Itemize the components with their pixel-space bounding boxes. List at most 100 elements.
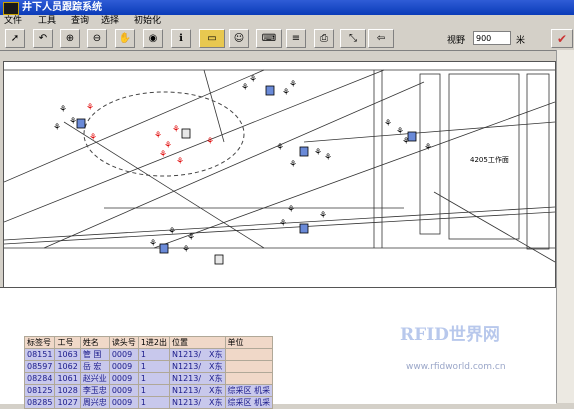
miner-icon: ⚘ [384, 119, 392, 129]
reader-1[interactable] [76, 118, 86, 129]
map-canvas: 4205工作面 ⚘ ⚘ ⚘ ⚘ ⚘ ⚘ ⚘ ⚘ ⚘ ⚘ ⚘ ⚘ ⚘ ⚘ ⚘ ⚘ … [4, 69, 555, 265]
miner-icon: ⚘ [287, 205, 295, 215]
window-title: 井下人员跟踪系统 [22, 2, 102, 13]
col-direction[interactable]: 1进2出 [137, 336, 171, 349]
zoom-unit: 米 [516, 36, 526, 46]
cell: 李玉忠 [79, 384, 110, 397]
arrows-icon[interactable]: ⤡ [340, 29, 366, 48]
cell [224, 360, 274, 373]
reader-4[interactable] [299, 146, 309, 157]
miner-icon: ⚘ [276, 143, 284, 153]
cell: 1 [137, 372, 171, 385]
zoom-input[interactable]: 900 [473, 31, 511, 45]
personnel-table: 标签号 工号 姓名 读头号 1进2出 位置 单位 08151 1063 管 国 … [23, 336, 274, 409]
toolbar: ➚ ↶ ⊕ ⊖ ✋ ◉ ℹ ▭ ☺ ⌨ ≡ ⎙ ⤡ ⇦ 视野 900 米 ✔ [0, 28, 574, 51]
pan-hand-icon[interactable]: ✋ [115, 29, 135, 48]
pointer-icon[interactable]: ➚ [5, 29, 25, 48]
menu-file[interactable]: 文件 [4, 15, 22, 28]
exit-icon[interactable]: ⇦ [368, 29, 394, 48]
miner-icon: ⚘ [279, 219, 287, 229]
undo-icon[interactable]: ↶ [33, 29, 53, 48]
cell: 1028 [54, 384, 81, 397]
zoom-out-icon[interactable]: ⊖ [87, 29, 107, 48]
app-icon [3, 2, 19, 15]
cell: 1062 [54, 360, 81, 373]
reader-6[interactable] [299, 223, 309, 234]
col-name[interactable]: 姓名 [79, 336, 110, 349]
mine-map[interactable]: 4205工作面 ⚘ ⚘ ⚘ ⚘ ⚘ ⚘ ⚘ ⚘ ⚘ ⚘ ⚘ ⚘ ⚘ ⚘ ⚘ ⚘ … [3, 61, 556, 289]
cell: 管 国 [79, 348, 110, 361]
col-unit[interactable]: 单位 [224, 336, 274, 349]
miner-icon: ⚘ [187, 233, 195, 243]
cell [224, 372, 274, 385]
table-row[interactable]: 08125 1028 李玉忠 0009 1 N1213/ X东 综采区 机采 [23, 384, 274, 397]
cell: 1061 [54, 372, 81, 385]
zoom-in-icon[interactable]: ⊕ [60, 29, 80, 48]
ruler-icon[interactable]: ▭ [199, 29, 225, 48]
col-id[interactable]: 工号 [54, 336, 81, 349]
menu-select[interactable]: 选择 [101, 15, 119, 28]
miner-icon: ⚘ [324, 153, 332, 163]
cell: 08284 [23, 372, 56, 385]
info-icon[interactable]: ℹ [171, 29, 191, 48]
menu-bar: 文件 工具 查询 选择 初始化 [0, 15, 574, 28]
keyboard-icon[interactable]: ⌨ [256, 29, 282, 48]
alert-miner-icon: ⚘ [89, 133, 97, 143]
cell: 赵兴业 [79, 372, 110, 385]
cell: N1213/ X东 [169, 348, 226, 361]
cell: N1213/ X东 [169, 360, 226, 373]
cell: 1 [137, 384, 171, 397]
cell: 08151 [23, 348, 56, 361]
table-row[interactable]: 08284 1061 赵兴业 0009 1 N1213/ X东 [23, 372, 274, 385]
person-icon[interactable]: ☺ [229, 29, 249, 48]
miner-icon: ⚘ [424, 143, 432, 153]
miner-icon: ⚘ [53, 123, 61, 133]
alert-miner-icon: ⚘ [159, 150, 167, 160]
col-tag[interactable]: 标签号 [23, 336, 56, 349]
storage-label: 4205工作面 [470, 155, 509, 164]
miner-icon: ⚘ [149, 239, 157, 249]
check-icon[interactable]: ✔ [551, 29, 573, 48]
table-row[interactable]: 08151 1063 管 国 0009 1 N1213/ X东 [23, 348, 274, 361]
col-location[interactable]: 位置 [169, 336, 226, 349]
table-header: 标签号 工号 姓名 读头号 1进2出 位置 单位 [23, 336, 274, 349]
menu-query[interactable]: 查询 [71, 15, 89, 28]
cell: 1 [137, 348, 171, 361]
reader-7[interactable] [159, 243, 169, 254]
miner-icon: ⚘ [69, 117, 77, 127]
miner-icon: ⚘ [319, 211, 327, 221]
reader-8[interactable] [214, 254, 224, 265]
reader-3[interactable] [265, 85, 275, 96]
miner-icon: ⚘ [182, 245, 190, 255]
menu-tools[interactable]: 工具 [38, 15, 56, 28]
col-reader[interactable]: 读头号 [108, 336, 139, 349]
layers-icon[interactable]: ≡ [286, 29, 306, 48]
miner-icon: ⚘ [59, 105, 67, 115]
miner-icon: ⚘ [168, 227, 176, 237]
cell: 08125 [23, 384, 56, 397]
table-row[interactable]: 08597 1062 岳 宏 0009 1 N1213/ X东 [23, 360, 274, 373]
menu-init[interactable]: 初始化 [134, 15, 161, 28]
zoom-label: 视野 [447, 36, 466, 46]
cell: N1213/ X东 [169, 384, 226, 397]
miner-icon: ⚘ [396, 127, 404, 137]
alert-miner-icon: ⚘ [206, 137, 214, 147]
cell: 综采区 机采 [224, 384, 274, 397]
alert-miner-icon: ⚘ [86, 103, 94, 113]
miner-icon: ⚘ [249, 75, 257, 85]
reader-2[interactable] [181, 128, 191, 139]
cell: 0009 [108, 360, 139, 373]
cell: 0009 [108, 372, 139, 385]
vertical-scrollbar[interactable] [556, 50, 574, 403]
watermark-logo: RFID世界网 [400, 325, 500, 345]
printer-icon[interactable]: ⎙ [314, 29, 334, 48]
title-bar: 井下人员跟踪系统 [0, 0, 574, 15]
miner-icon: ⚘ [241, 83, 249, 93]
miner-icon: ⚘ [289, 160, 297, 170]
target-icon[interactable]: ◉ [143, 29, 163, 48]
cell: N1213/ X东 [169, 372, 226, 385]
cell: 0009 [108, 348, 139, 361]
alert-miner-icon: ⚘ [172, 125, 180, 135]
miner-icon: ⚘ [289, 80, 297, 90]
reader-5[interactable] [407, 131, 417, 142]
